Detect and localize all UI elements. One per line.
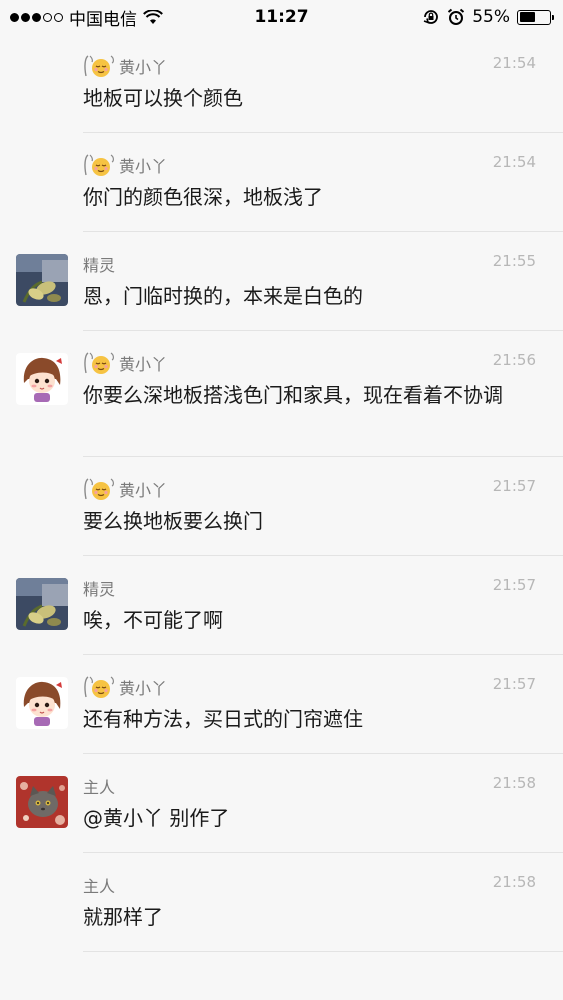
sender-name: 主人 [83,774,115,798]
sender-name: 黄小丫 [83,153,167,177]
message-body: 恩，门临时换的，本来是白色的 [83,284,363,308]
message-text: 你要么深地板搭浅色门和家具，现在看着不协调 [83,381,523,409]
status-right: 55% [422,7,554,27]
wifi-icon [143,9,163,24]
chat-message[interactable]: 黄小丫 21:56 你要么深地板搭浅色门和家具，现在看着不协调 [16,331,563,457]
sender-name: 精灵 [83,252,115,276]
sender-name-text: 主人 [83,778,116,797]
chat-message-list[interactable]: 黄小丫 21:54 地板可以换个颜色 黄小丫 21:54 你门的颜色很深，地板浅了 精灵 21… [0,34,563,952]
chat-message[interactable]: 精灵 21:55 恩，门临时换的，本来是白色的 [16,232,563,331]
message-body: 要么换地板要么换门 [83,509,263,533]
sender-name: 精灵 [83,576,115,600]
message-text: 唉，不可能了啊 [83,606,523,634]
sender-name-text: 黄小丫 [119,679,168,698]
smiling-face-icon [83,351,119,375]
chat-message[interactable]: 黄小丫 21:54 你门的颜色很深，地板浅了 [83,133,563,232]
chat-message[interactable]: 精灵 21:57 唉，不可能了啊 [16,556,563,655]
chat-message[interactable]: 黄小丫 21:54 地板可以换个颜色 [83,34,563,133]
sender-name-text: 精灵 [83,256,116,275]
message-text: 还有种方法，买日式的门帘遮住 [83,705,523,733]
carrier-name: 中国电信 [69,9,137,30]
rotation-lock-icon [423,10,439,24]
sender-name: 主人 [83,873,115,897]
message-body: 你门的颜色很深，地板浅了 [83,185,323,209]
message-body: 你要么深地板搭浅色门和家具，现在看着不协调 [83,383,503,407]
sender-name-text: 黄小丫 [119,355,168,374]
status-bar: 中国电信 11:27 55% [0,0,563,34]
sender-name: 黄小丫 [83,54,167,78]
battery-percent: 55% [472,7,510,27]
avatar[interactable] [16,353,68,405]
avatar[interactable] [16,677,68,729]
smiling-face-icon [83,54,119,78]
smiling-face-icon [83,153,119,177]
battery-level-fill [519,12,536,22]
message-time: 21:56 [492,351,536,369]
chat-message[interactable]: 黄小丫 21:57 还有种方法，买日式的门帘遮住 [16,655,563,754]
message-body: 唉，不可能了啊 [83,608,223,632]
status-time: 11:27 [254,7,309,27]
sender-name-text: 黄小丫 [119,58,168,77]
message-time: 21:58 [492,774,536,792]
message-text: @黄小丫 别作了 [83,804,523,832]
message-body: 别作了 [169,806,230,830]
battery-icon [517,9,554,25]
avatar[interactable] [16,578,68,630]
message-text: 恩，门临时换的，本来是白色的 [83,282,523,310]
avatar[interactable] [16,254,68,306]
message-time: 21:55 [492,252,536,270]
sender-name: 黄小丫 [83,675,167,699]
sender-name-text: 黄小丫 [119,481,168,500]
alarm-icon [448,8,465,25]
avatar[interactable] [16,776,68,828]
message-time: 21:57 [492,576,536,594]
smiling-face-icon [83,675,119,699]
message-body: 还有种方法，买日式的门帘遮住 [83,707,363,731]
message-body: 地板可以换个颜色 [83,86,243,110]
message-text: 地板可以换个颜色 [83,84,523,112]
chat-message[interactable]: 黄小丫 21:57 要么换地板要么换门 [83,457,563,556]
smiling-face-icon [83,477,119,501]
chat-message[interactable]: 主人 21:58 @黄小丫 别作了 [16,754,563,853]
message-time: 21:58 [492,873,536,891]
message-body: 就那样了 [83,905,163,929]
message-text: 你门的颜色很深，地板浅了 [83,183,523,211]
sender-name-text: 主人 [83,877,116,896]
status-left: 中国电信 [10,5,163,30]
chat-message[interactable]: 主人 21:58 就那样了 [83,853,563,952]
message-text: 就那样了 [83,903,523,931]
sender-name-text: 精灵 [83,580,116,599]
message-text: 要么换地板要么换门 [83,507,523,535]
message-time: 21:57 [492,675,536,693]
message-time: 21:54 [492,153,536,171]
signal-strength-icon [10,12,63,22]
message-time: 21:54 [492,54,536,72]
message-time: 21:57 [492,477,536,495]
sender-name: 黄小丫 [83,351,167,375]
mention-tag[interactable]: @黄小丫 [83,806,163,830]
sender-name-text: 黄小丫 [119,157,168,176]
sender-name: 黄小丫 [83,477,167,501]
